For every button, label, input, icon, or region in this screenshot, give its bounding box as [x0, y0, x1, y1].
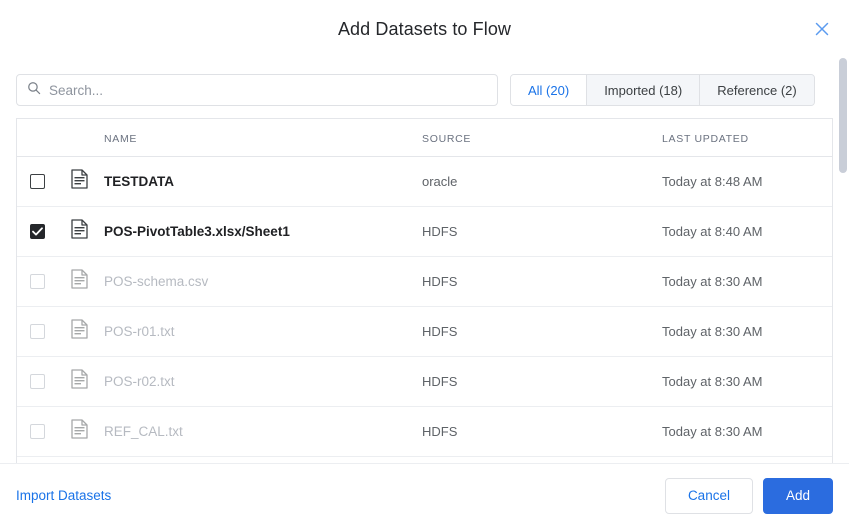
- dataset-name: POS-schema.csv: [104, 273, 209, 289]
- dataset-source: HDFS: [422, 273, 458, 289]
- filter-tabs: All (20) Imported (18) Reference (2): [510, 74, 815, 106]
- column-header-name: NAME: [104, 132, 138, 145]
- vertical-scrollbar[interactable]: [839, 58, 847, 466]
- dataset-source: HDFS: [422, 423, 458, 439]
- table-header-row: NAME SOURCE LAST UPDATED: [17, 119, 832, 157]
- table-row: POS-r02.txt HDFS Today at 8:30 AM: [17, 357, 832, 407]
- page-title: Add Datasets to Flow: [337, 18, 512, 39]
- dataset-name: POS-PivotTable3.xlsx/Sheet1: [104, 223, 290, 239]
- dataset-name: REF_CAL.txt: [104, 423, 183, 439]
- row-checkbox: [29, 424, 45, 439]
- search-input[interactable]: [49, 75, 487, 105]
- dataset-last-updated: Today at 8:30 AM: [662, 323, 763, 339]
- dataset-source: HDFS: [422, 223, 458, 239]
- cancel-button[interactable]: Cancel: [664, 477, 753, 514]
- row-checkbox: [29, 374, 45, 389]
- dataset-last-updated: Today at 8:48 AM: [662, 173, 763, 189]
- file-document-icon: [71, 319, 88, 344]
- tab-reference[interactable]: Reference (2): [699, 75, 814, 105]
- dataset-last-updated: Today at 8:40 AM: [662, 223, 763, 239]
- row-checkbox[interactable]: [29, 224, 45, 239]
- table-row: POS-r01.txt HDFS Today at 8:30 AM: [17, 307, 832, 357]
- controls-row: All (20) Imported (18) Reference (2): [0, 74, 849, 106]
- dialog-title-bar: Add Datasets to Flow: [0, 0, 849, 58]
- file-document-icon: [71, 219, 88, 244]
- search-icon: [27, 81, 49, 100]
- row-checkbox: [29, 324, 45, 339]
- search-box[interactable]: [16, 74, 498, 106]
- table-row: REF_CAL.txt HDFS Today at 8:30 AM: [17, 407, 832, 457]
- file-document-icon: [71, 419, 88, 444]
- dataset-last-updated: Today at 8:30 AM: [662, 373, 763, 389]
- file-document-icon: [71, 369, 88, 394]
- table-row: POS-schema.csv HDFS Today at 8:30 AM: [17, 257, 832, 307]
- table-row[interactable]: TESTDATA oracle Today at 8:48 AM: [17, 157, 832, 207]
- table-row[interactable]: POS-PivotTable3.xlsx/Sheet1 HDFS Today a…: [17, 207, 832, 257]
- scrollbar-thumb[interactable]: [839, 58, 847, 173]
- dataset-last-updated: Today at 8:30 AM: [662, 423, 763, 439]
- dataset-name: POS-r01.txt: [104, 323, 175, 339]
- dataset-name: TESTDATA: [104, 173, 174, 189]
- file-document-icon: [71, 169, 88, 194]
- dataset-name: POS-r02.txt: [104, 373, 175, 389]
- dataset-source: oracle: [422, 173, 458, 189]
- row-checkbox: [29, 274, 45, 289]
- dataset-source: HDFS: [422, 323, 458, 339]
- row-checkbox[interactable]: [29, 174, 45, 189]
- datasets-table: NAME SOURCE LAST UPDATED TESTDATA oracle…: [16, 118, 833, 463]
- dialog-footer: Import Datasets Cancel Add: [0, 463, 849, 527]
- import-datasets-link[interactable]: Import Datasets: [16, 488, 111, 503]
- column-header-source: SOURCE: [422, 132, 472, 145]
- add-datasets-dialog: Add Datasets to Flow All (20) Imported (…: [0, 0, 849, 527]
- column-header-last-updated: LAST UPDATED: [662, 132, 749, 145]
- add-button[interactable]: Add: [762, 477, 833, 514]
- close-button[interactable]: [809, 16, 835, 42]
- file-document-icon: [71, 269, 88, 294]
- tab-all[interactable]: All (20): [511, 75, 587, 105]
- tab-imported[interactable]: Imported (18): [586, 75, 700, 105]
- dataset-source: HDFS: [422, 373, 458, 389]
- close-icon: [815, 22, 829, 36]
- footer-actions: Cancel Add: [664, 477, 833, 514]
- dataset-last-updated: Today at 8:30 AM: [662, 273, 763, 289]
